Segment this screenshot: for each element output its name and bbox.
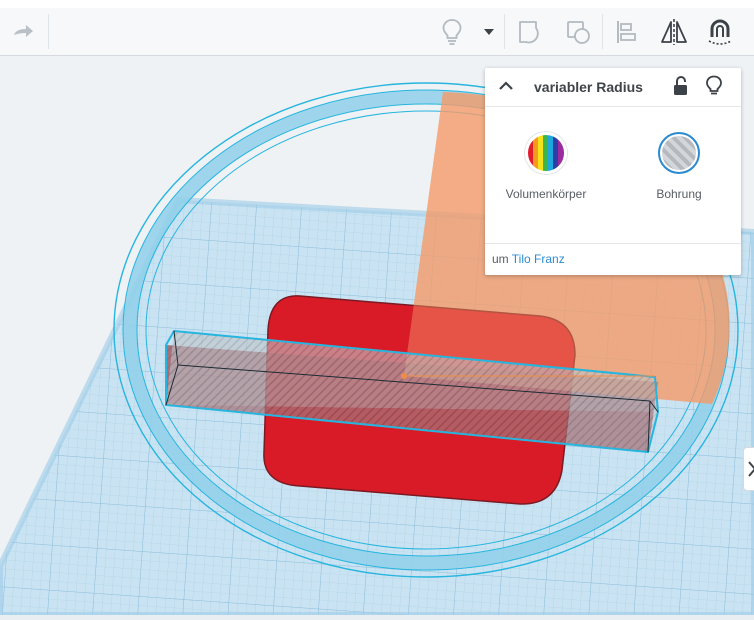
author-prefix: um	[492, 252, 509, 266]
hole-swatch-icon[interactable]	[658, 132, 700, 174]
rainbow-swatch-icon[interactable]	[525, 132, 567, 174]
cruise-button[interactable]	[700, 8, 740, 55]
group-button[interactable]	[510, 8, 550, 55]
panel-header: variabler Radius	[485, 68, 741, 107]
light-bulb-icon[interactable]	[705, 75, 723, 97]
toolbar	[0, 8, 754, 56]
redo-button[interactable]	[0, 8, 48, 55]
material-solid-option[interactable]: Volumenkörper	[491, 132, 601, 201]
align-icon	[617, 20, 636, 43]
panel-title: variabler Radius	[534, 79, 643, 95]
chevron-right-icon	[748, 461, 754, 477]
mirror-icon	[661, 18, 687, 45]
toolbar-separator	[602, 14, 603, 49]
group-icon	[519, 20, 539, 43]
lock-open-icon[interactable]	[672, 76, 690, 96]
author-credit: um Tilo Franz	[492, 252, 565, 266]
redo-arrow-icon	[14, 24, 33, 37]
notes-dropdown-button[interactable]	[476, 8, 502, 55]
author-link[interactable]: Tilo Franz	[512, 252, 565, 266]
light-bulb-icon	[442, 18, 462, 45]
panel-footer: um Tilo Franz	[485, 243, 741, 276]
material-hole-label: Bohrung	[656, 187, 702, 201]
toolbar-separator	[48, 14, 49, 49]
mirror-button[interactable]	[654, 8, 694, 55]
toolbar-separator	[504, 14, 505, 49]
material-hole-option[interactable]: Bohrung	[624, 132, 734, 201]
material-solid-label: Volumenkörper	[505, 187, 587, 201]
ungroup-button[interactable]	[558, 8, 598, 55]
align-button[interactable]	[606, 8, 646, 55]
caret-down-icon	[484, 28, 494, 35]
notes-button[interactable]	[432, 8, 472, 55]
side-panel-toggle[interactable]	[743, 447, 754, 491]
shape-inspector-panel: variabler Radius Volumenkörper Bohrung u…	[485, 68, 741, 275]
chevron-up-icon[interactable]	[497, 77, 515, 95]
ungroup-icon	[567, 20, 590, 44]
magnet-icon	[708, 19, 732, 45]
